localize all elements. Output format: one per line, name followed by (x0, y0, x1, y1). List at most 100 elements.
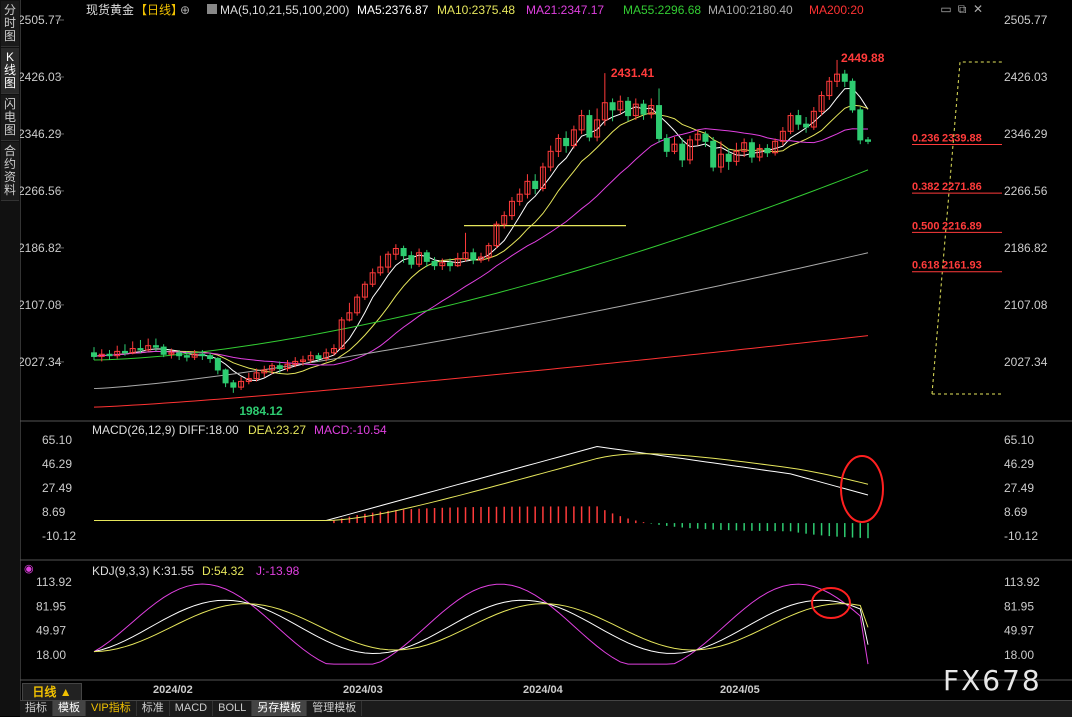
low-label: 1984.12 (239, 404, 283, 418)
fib-value: 2161.93 (942, 260, 982, 272)
fib-ratio: 0.500 (912, 220, 940, 232)
candle-body (795, 115, 802, 125)
bottom-tab-0[interactable]: 指标 (20, 701, 53, 716)
high-label-1: 2431.41 (611, 66, 655, 80)
macd-axis-label-left: 27.49 (42, 481, 72, 495)
candle-body (214, 358, 221, 371)
candle-body (764, 147, 771, 154)
date-label: 2024/03 (343, 684, 383, 696)
candle-body (176, 352, 183, 357)
candle-body (400, 248, 407, 257)
candle-body (222, 369, 229, 384)
price-label-left: 2266.56 (20, 184, 62, 198)
high-label-2: 2449.88 (841, 51, 885, 65)
candle-body (725, 153, 732, 162)
date-label: 2024/04 (523, 684, 564, 696)
watermark: FX678 (943, 664, 1042, 697)
candle-body (276, 365, 283, 370)
candle-body (849, 80, 856, 111)
sidebar-tab-2[interactable]: 闪电图 (1, 95, 19, 141)
price-label-right: 2107.08 (1004, 298, 1048, 312)
candle-body (640, 103, 647, 115)
bottom-tab-7[interactable]: 管理模板 (307, 701, 363, 716)
ma-params: MA(5,10,21,55,100,200) (220, 3, 349, 17)
candle-body (532, 180, 539, 189)
price-label-left: 2107.08 (20, 298, 62, 312)
candle-body (857, 109, 864, 141)
candle-body (152, 345, 159, 348)
kdj-axis-label-left: 18.00 (36, 648, 66, 662)
price-label-right: 2186.82 (1004, 241, 1048, 255)
price-label-right: 2266.56 (1004, 184, 1048, 198)
ma200-line (93, 335, 869, 408)
ma-value-3: MA55:2296.68 (623, 3, 701, 17)
bottom-tab-4[interactable]: MACD (170, 701, 214, 716)
fib-value: 2271.86 (942, 181, 982, 193)
ma5-line (93, 87, 869, 382)
ma-value-5: MA200:20 (809, 3, 864, 17)
sidebar-tab-1[interactable]: K线图 (1, 48, 19, 94)
candle-body (803, 123, 810, 128)
candle-body (563, 137, 570, 147)
sidebar-tab-0[interactable]: 分时图 (1, 1, 19, 47)
price-label-right: 2505.77 (1004, 13, 1048, 27)
candle-body (91, 352, 97, 357)
period-selector-button[interactable]: 日线 ▲ (22, 683, 82, 701)
bottom-tab-6[interactable]: 另存模板 (252, 701, 308, 716)
restore-icon[interactable]: ⧉ (954, 2, 970, 17)
fib-value: 2339.88 (942, 133, 982, 145)
price-label-left: 2505.77 (20, 13, 62, 27)
kdj-axis-label-left: 81.95 (36, 599, 66, 613)
fib-ratio: 0.618 (912, 260, 940, 272)
fib-ratio: 0.382 (912, 181, 940, 193)
close-icon[interactable]: ✕ (970, 2, 986, 16)
kdj-j: J:-13.98 (256, 564, 300, 578)
candle-body (408, 255, 415, 265)
candle-body (470, 252, 477, 261)
bottom-tab-5[interactable]: BOLL (213, 701, 253, 716)
bottom-toolbar: 指标 模板 VIP指标 标准 MACD BOLL 另存模板 管理模板 (20, 700, 1072, 717)
kdj-axis-label-right: 49.97 (1004, 624, 1034, 638)
kdj-d: D:54.32 (202, 564, 244, 578)
macd-dea: DEA:23.27 (248, 423, 306, 437)
kdj-axis-label-left: 113.92 (36, 575, 72, 589)
macd-axis-label-right: 65.10 (1004, 433, 1034, 447)
price-label-left: 2346.29 (20, 127, 62, 141)
window-icon[interactable]: ▭ (938, 2, 954, 16)
price-label-left: 2186.82 (20, 241, 62, 255)
kdj-axis-label-right: 18.00 (1004, 648, 1034, 662)
symbol-title: 现货黄金 (86, 2, 134, 17)
macd-axis-label-right: -10.12 (1004, 529, 1038, 543)
candle-body (447, 262, 454, 267)
sidebar: 分时图K线图闪电图合约资料 (0, 0, 21, 716)
ma-value-2: MA21:2347.17 (526, 3, 604, 17)
bottom-tab-2[interactable]: VIP指标 (86, 701, 137, 716)
kdj-settings-icon: ◉ (24, 563, 34, 575)
candle-body (431, 260, 438, 267)
bottom-tab-3[interactable]: 标准 (137, 701, 170, 716)
candle-body (865, 139, 871, 142)
kdj-axis-label-left: 49.97 (36, 624, 66, 638)
sidebar-tab-3[interactable]: 合约资料 (1, 142, 19, 201)
macd-axis-label-right: 8.69 (1004, 505, 1028, 519)
candle-body (841, 73, 848, 82)
kline-chart[interactable]: 现货黄金 【日线】⊕ MA(5,10,21,55,100,200) MA5:2376.… (20, 0, 1072, 700)
candle-body (656, 105, 663, 139)
bottom-tab-1[interactable]: 模板 (53, 701, 86, 716)
ma21-line (93, 128, 868, 366)
candle-body (106, 353, 113, 357)
ma-toggle-icon: ⊕ (180, 3, 190, 17)
ma-value-1: MA10:2375.48 (437, 3, 515, 17)
macd-axis-label-left: 8.69 (42, 505, 66, 519)
period-tag: 【日线】 (135, 3, 183, 17)
candle-body (315, 355, 322, 360)
ma-value-0: MA5:2376.87 (357, 3, 429, 17)
kdj-axis-label-right: 81.95 (1004, 599, 1034, 613)
fib-value: 2216.89 (942, 220, 982, 232)
kdj-axis-label-right: 113.92 (1004, 575, 1040, 589)
candle-body (609, 102, 616, 111)
kdj-d-line (93, 603, 869, 653)
candle-body (121, 350, 128, 354)
macd-value: MACD:-10.54 (314, 423, 387, 437)
candle-body (748, 142, 755, 158)
